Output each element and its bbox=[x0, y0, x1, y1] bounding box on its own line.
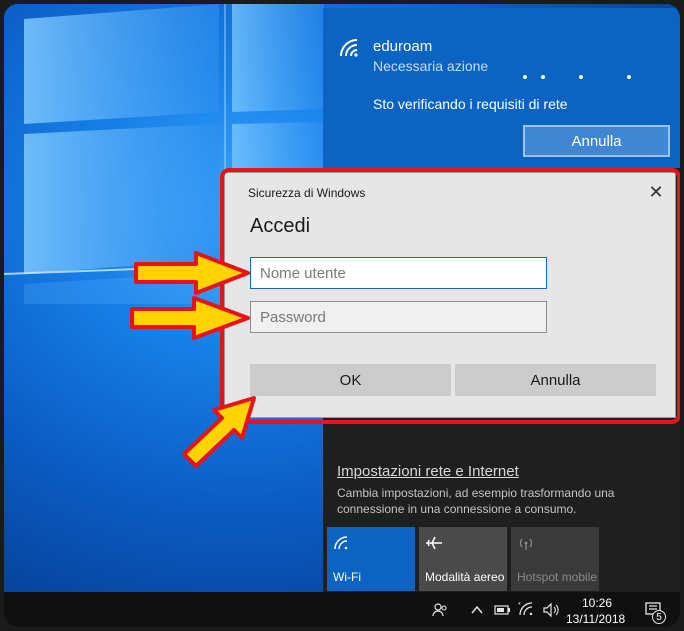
ok-button[interactable]: OK bbox=[250, 364, 451, 396]
quick-action-wifi[interactable]: Wi-Fi bbox=[327, 527, 415, 591]
close-icon[interactable]: ✕ bbox=[645, 181, 667, 203]
cancel-button[interactable]: Annulla bbox=[455, 364, 656, 396]
volume-icon[interactable] bbox=[542, 602, 560, 618]
network-connecting-panel: eduroam Necessaria azione Sto verificand… bbox=[323, 8, 680, 168]
airplane-icon bbox=[426, 536, 442, 550]
chevron-up-icon[interactable] bbox=[470, 604, 484, 616]
network-settings-link[interactable]: Impostazioni rete e Internet bbox=[337, 463, 519, 480]
screenshot-frame: eduroam Necessaria azione Sto verificand… bbox=[4, 4, 680, 627]
clock-time[interactable]: 10:26 bbox=[582, 596, 612, 610]
progress-dots bbox=[523, 75, 643, 85]
quick-action-airplane-mode[interactable]: Modalità aereo bbox=[419, 527, 507, 591]
hotspot-icon bbox=[519, 538, 533, 550]
windows-security-dialog: Sicurezza di Windows ✕ Accedi OK Annulla bbox=[224, 172, 676, 418]
wifi-icon bbox=[340, 39, 358, 57]
wifi-icon[interactable]: * bbox=[518, 601, 536, 617]
network-settings-description: Cambia impostazioni, ad esempio trasform… bbox=[337, 486, 615, 516]
flyout-cancel-button[interactable]: Annulla bbox=[523, 125, 670, 157]
tile-label: Wi-Fi bbox=[333, 570, 361, 584]
battery-icon[interactable] bbox=[494, 603, 512, 617]
username-field[interactable] bbox=[250, 257, 547, 289]
notification-count-badge: 5 bbox=[652, 610, 666, 624]
password-field[interactable] bbox=[250, 301, 547, 333]
network-name: eduroam bbox=[373, 38, 433, 55]
svg-text:*: * bbox=[518, 602, 521, 609]
dialog-title: Sicurezza di Windows bbox=[248, 186, 366, 200]
quick-action-mobile-hotspot[interactable]: Hotspot mobile bbox=[511, 527, 599, 591]
network-status: Necessaria azione bbox=[373, 58, 489, 74]
dialog-heading: Accedi bbox=[250, 215, 311, 237]
network-message: Sto verificando i requisiti di rete bbox=[373, 96, 568, 112]
tile-label: Hotspot mobile bbox=[517, 570, 598, 584]
tile-label: Modalità aereo bbox=[425, 570, 505, 584]
wifi-icon bbox=[334, 536, 348, 550]
clock-date[interactable]: 13/11/2018 bbox=[566, 612, 625, 626]
taskbar: * 10:26 13/11/2018 5 bbox=[4, 592, 680, 627]
people-icon[interactable] bbox=[432, 602, 448, 618]
